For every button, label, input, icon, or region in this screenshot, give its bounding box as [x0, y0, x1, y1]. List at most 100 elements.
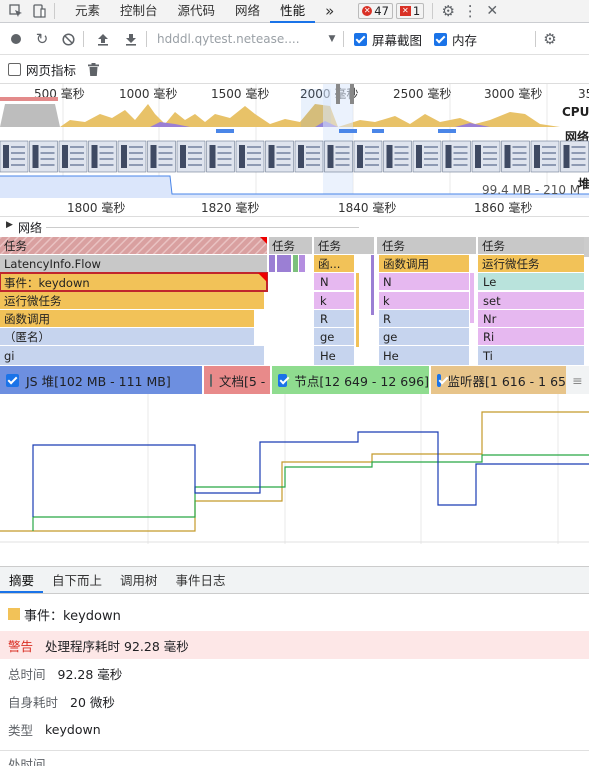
- tab-performance[interactable]: 性能: [270, 0, 316, 23]
- screenshot-thumbnail-detail: [563, 145, 570, 168]
- screenshot-thumbnail-detail: [571, 164, 586, 166]
- network-track-header[interactable]: ▶ 网络: [0, 217, 589, 237]
- nodes-checkbox[interactable]: [278, 373, 288, 387]
- screenshot-thumbnail-detail: [11, 158, 25, 160]
- js-heap-counter[interactable]: JS 堆[102 MB - 111 MB]: [0, 366, 202, 394]
- documents-counter[interactable]: 文档[5 - 6]: [204, 366, 270, 394]
- tab-event-log[interactable]: 事件日志: [167, 567, 235, 593]
- screenshots-checkbox[interactable]: [354, 32, 367, 46]
- screenshot-thumbnail-detail: [70, 152, 84, 154]
- clear-icon[interactable]: [57, 32, 79, 46]
- slice: [478, 346, 584, 365]
- error-count-badge[interactable]: ✕ 47: [358, 3, 393, 19]
- screenshot-thumbnail-detail: [475, 145, 481, 168]
- range-handle-right[interactable]: [350, 84, 354, 104]
- screenshot-thumbnail-detail: [365, 146, 379, 148]
- screenshot-thumbnail-detail: [306, 164, 320, 166]
- tab-elements[interactable]: 元素: [65, 0, 110, 23]
- screenshot-thumbnail-detail: [247, 158, 261, 160]
- task-label: 任务: [4, 239, 27, 253]
- screenshot-thumbnail-detail: [3, 145, 9, 168]
- overview-tick: 35: [578, 87, 589, 101]
- divider: [535, 31, 537, 47]
- timeline-overview[interactable]: 500 毫秒 1000 毫秒 1500 毫秒 2000 毫秒 2500 毫秒 3…: [0, 83, 589, 204]
- js-heap-checkbox[interactable]: [6, 373, 19, 387]
- recording-select[interactable]: hdddl.qytest.netease....: [157, 32, 325, 46]
- screenshot-thumbnail-detail: [99, 164, 114, 166]
- cpu-area-system: [0, 104, 60, 127]
- memory-checkbox[interactable]: [434, 32, 448, 46]
- tab-call-tree[interactable]: 调用树: [111, 567, 167, 593]
- tab-network[interactable]: 网络: [225, 0, 270, 23]
- screenshot-thumbnail-detail: [91, 145, 98, 168]
- screenshot-thumbnail-detail: [70, 158, 84, 160]
- nodes-counter[interactable]: 节点[12 649 - 12 696]: [272, 366, 429, 394]
- screenshot-thumbnail-detail: [129, 152, 143, 154]
- type-row: 类型 keydown: [0, 715, 589, 743]
- screenshot-thumbnail-detail: [335, 158, 350, 160]
- capture-settings-gear-icon[interactable]: ⚙: [540, 30, 560, 48]
- record-icon[interactable]: [5, 33, 27, 45]
- upload-profile-icon[interactable]: [92, 33, 114, 46]
- warning-count-badge[interactable]: ✕ 1: [395, 3, 425, 19]
- listeners-checkbox[interactable]: [437, 373, 441, 387]
- screenshot-thumbnail-detail: [335, 146, 350, 148]
- task-label: 任务: [482, 239, 505, 253]
- slice-label: He: [383, 349, 399, 363]
- gi-bar[interactable]: [0, 346, 264, 365]
- gi-label: gi: [4, 349, 15, 363]
- total-time-value: 92.28 毫秒: [57, 666, 123, 682]
- slice-label: set: [483, 294, 501, 308]
- divider: [54, 3, 55, 19]
- expand-triangle-icon[interactable]: ▶: [6, 220, 13, 230]
- function-call-label: 函数调用: [383, 257, 429, 271]
- slice-label: R: [320, 312, 328, 326]
- tab-summary[interactable]: 摘要: [0, 567, 44, 593]
- screenshots-strip[interactable]: [0, 140, 589, 173]
- reload-record-icon[interactable]: ↻: [31, 30, 53, 48]
- self-time-value: 20 微秒: [70, 694, 115, 710]
- screenshot-thumbnail-detail: [276, 146, 291, 148]
- overview-chart[interactable]: 500 毫秒 1000 毫秒 1500 毫秒 2000 毫秒 2500 毫秒 3…: [0, 84, 589, 204]
- device-toggle-icon[interactable]: [28, 4, 50, 18]
- screenshot-thumbnail-detail: [99, 152, 114, 154]
- screenshot-thumbnail-detail: [217, 146, 232, 148]
- tab-bottom-up[interactable]: 自下而上: [43, 567, 111, 593]
- documents-checkbox[interactable]: [210, 373, 212, 387]
- tab-console[interactable]: 控制台: [110, 0, 168, 23]
- inspect-element-icon[interactable]: [4, 4, 28, 18]
- task-bar-long[interactable]: [0, 237, 267, 254]
- kebab-menu-icon[interactable]: ⋮: [459, 2, 481, 20]
- flame-scrollbar[interactable]: [584, 237, 589, 257]
- screenshot-thumbnail-detail: [40, 152, 55, 154]
- summary-title: 事件：keydown: [0, 602, 589, 626]
- js-heap-label: JS 堆[102 MB - 111 MB]: [26, 373, 171, 389]
- screenshot-thumbnail-detail: [365, 164, 379, 166]
- screenshot-thumbnail-detail: [129, 158, 143, 160]
- download-profile-icon[interactable]: [120, 33, 142, 46]
- screenshot-thumbnail-detail: [483, 158, 497, 160]
- main-thread-flame-chart[interactable]: 任务 任务 任务 任务 任务 LatencyInfo.Flow 函... 函数调…: [0, 237, 589, 365]
- screenshot-thumbnail-detail: [571, 152, 586, 154]
- microtask-label: 运行微任务: [4, 294, 62, 308]
- close-devtools-icon[interactable]: ✕: [481, 3, 503, 19]
- more-tabs-button[interactable]: »: [315, 0, 344, 23]
- ruler-tick: 1800 毫秒: [67, 200, 125, 215]
- screenshot-thumbnail-detail: [247, 152, 261, 154]
- screenshot-thumbnail-detail: [386, 145, 393, 168]
- tab-sources[interactable]: 源代码: [168, 0, 226, 23]
- issue-icon: ✕: [399, 6, 411, 16]
- trash-icon[interactable]: [82, 62, 104, 76]
- task-label: 任务: [272, 239, 295, 253]
- range-handle-left[interactable]: [336, 84, 340, 104]
- listeners-counter[interactable]: 监听器[1 616 - 1 65: [431, 366, 566, 394]
- chevron-down-icon[interactable]: ▼: [325, 34, 339, 44]
- nodes-label: 节点[12 649 - 12 696]: [294, 373, 429, 389]
- counters-resize-handle[interactable]: ≡: [566, 366, 589, 394]
- network-track-label: 网络: [18, 221, 43, 235]
- screenshot-thumbnail-detail: [306, 158, 320, 160]
- settings-gear-icon[interactable]: ⚙: [437, 2, 459, 20]
- web-vitals-checkbox[interactable]: [8, 62, 21, 76]
- nodes-line: [32, 454, 589, 531]
- time-ruler: 1800 毫秒 1820 毫秒 1840 毫秒 1860 毫秒: [0, 198, 589, 217]
